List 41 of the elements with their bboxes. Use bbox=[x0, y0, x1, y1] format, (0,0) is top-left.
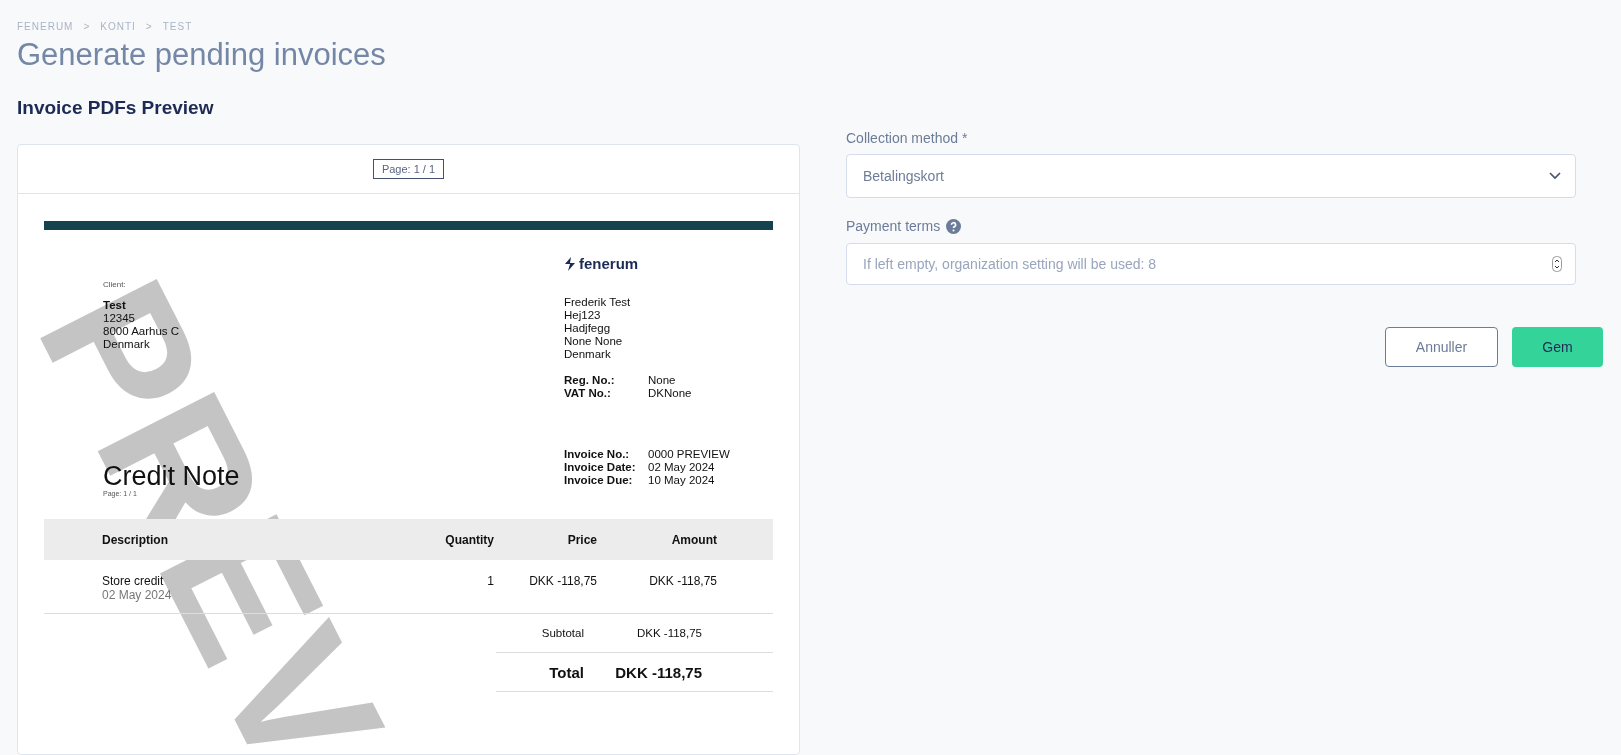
field-value: 02 May 2024 bbox=[648, 461, 716, 474]
sender-address-line: Frederik Test bbox=[564, 296, 632, 309]
help-icon[interactable] bbox=[946, 218, 962, 234]
section-heading: Invoice PDFs Preview bbox=[17, 97, 215, 119]
field-label: VAT No.: bbox=[564, 387, 612, 400]
field-label: Invoice Date: bbox=[564, 461, 637, 474]
sender-address-line: None None bbox=[564, 335, 624, 348]
column-header: Amount bbox=[598, 519, 773, 560]
field-label: Invoice Due: bbox=[564, 474, 634, 487]
field-label: Payment terms bbox=[846, 218, 941, 234]
table-cell: 1 bbox=[393, 560, 495, 614]
table-cell: DKK -118,75 bbox=[598, 560, 773, 614]
payment-terms-field[interactable]: If left empty, organization setting will be used: 8 bbox=[846, 243, 1576, 285]
cancel-button[interactable]: Annuller bbox=[1385, 327, 1498, 367]
field-value: DKNone bbox=[648, 387, 692, 400]
collection-method-select[interactable]: Betalingskort bbox=[846, 154, 1576, 198]
sender-address-line: Hadjfegg bbox=[564, 322, 612, 335]
field-label: Reg. No.: bbox=[564, 374, 616, 387]
field-value: 0000 PREVIEW bbox=[648, 448, 730, 461]
sender-address-line: Denmark bbox=[564, 348, 612, 361]
field-label: Collection method * bbox=[846, 130, 968, 146]
table-cell: DKK -118,75 bbox=[495, 560, 598, 614]
logo-text: fenerum bbox=[579, 255, 639, 272]
total-label: Total bbox=[548, 663, 584, 681]
field-value: 10 May 2024 bbox=[648, 474, 716, 487]
page-title: Generate pending invoices bbox=[17, 37, 387, 73]
chevron-down-icon bbox=[1549, 172, 1561, 180]
column-header: Price bbox=[495, 519, 598, 560]
sender-address-line: Hej123 bbox=[564, 309, 602, 322]
save-button[interactable]: Gem bbox=[1512, 327, 1603, 367]
breadcrumb-separator: > bbox=[83, 21, 91, 32]
field-value: None bbox=[648, 374, 677, 387]
subtotal-value: DKK -118,75 bbox=[636, 627, 702, 639]
spinner-arrows-icon[interactable] bbox=[1552, 256, 1562, 272]
field-label: Invoice No.: bbox=[564, 448, 631, 461]
column-header: Quantity bbox=[393, 519, 495, 560]
subtotal-label: Subtotal bbox=[540, 627, 584, 639]
breadcrumb-separator: > bbox=[145, 21, 153, 32]
page-indicator: Page: 1 / 1 bbox=[372, 159, 445, 179]
bolt-icon bbox=[564, 256, 576, 271]
total-value: DKK -118,75 bbox=[614, 663, 702, 681]
